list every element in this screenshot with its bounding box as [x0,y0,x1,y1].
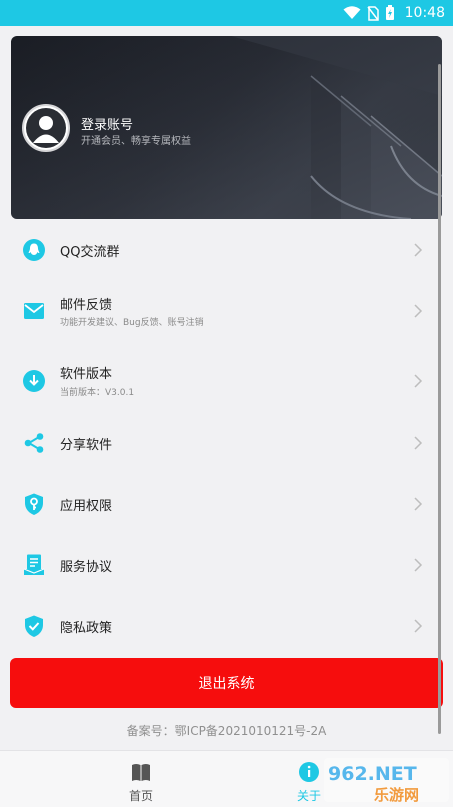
mail-icon [24,303,44,319]
watermark-logo: 962.NET 乐游网 [324,758,449,804]
wifi-icon [343,6,361,19]
chevron-right-icon [414,304,423,318]
menu-item-share[interactable]: 分享软件 [0,412,453,472]
icp-record: 备案号：鄂ICP备2021010121号-2A [126,724,327,738]
share-icon [24,433,44,453]
status-icons: 10:48 [343,4,445,22]
menu-label: 隐私政策 [60,621,113,636]
nav-item-home[interactable]: 首页 [0,751,226,807]
menu-label: QQ交流群 [60,245,120,260]
menu-item-privacy-policy[interactable]: 隐私政策 [0,595,453,655]
status-time: 10:48 [404,5,445,21]
profile-card[interactable]: 登录账号 开通会员、畅享专属权益 [11,36,442,219]
user-avatar-icon [26,108,66,148]
chevron-right-icon [414,497,423,511]
avatar[interactable] [22,104,70,152]
chevron-right-icon [414,374,423,388]
document-icon [23,554,45,575]
watermark-line1: 962.NET [328,763,417,785]
download-icon [23,370,45,392]
menu-label: 服务协议 [60,560,113,575]
menu-item-mail-feedback[interactable]: 邮件反馈 功能开发建议、Bug反馈、账号注销 [0,279,453,339]
nav-label-about: 关于 [297,789,322,803]
logout-button[interactable]: 退出系统 [10,658,443,708]
login-title[interactable]: 登录账号 [81,114,133,133]
chevron-right-icon [414,243,423,257]
shield-check-icon [25,615,43,637]
key-shield-icon [25,493,43,515]
menu-item-service-agreement[interactable]: 服务协议 [0,534,453,594]
scrollbar[interactable] [438,64,441,734]
menu-label: 软件版本 [60,367,113,382]
menu-label: 邮件反馈 [60,298,113,313]
menu-item-software-version[interactable]: 软件版本 当前版本：V3.0.1 [0,351,453,411]
chevron-right-icon [414,619,423,633]
qq-icon [23,239,45,261]
no-sim-icon [367,5,379,21]
menu-sublabel: 当前版本：V3.0.1 [60,388,135,398]
info-icon [299,762,319,782]
menu-sublabel: 功能开发建议、Bug反馈、账号注销 [60,318,204,328]
battery-charging-icon [385,5,394,20]
nav-label-home: 首页 [129,789,154,803]
menu-label: 分享软件 [60,438,113,453]
profile-card-background [11,36,442,219]
main-content: 登录账号 开通会员、畅享专属权益 QQ交流群 邮件反馈 功能开发建议、Bug反馈… [0,26,453,750]
login-subtitle: 开通会员、畅享专属权益 [81,136,191,147]
watermark-line2: 乐游网 [374,786,419,804]
menu-item-app-permissions[interactable]: 应用权限 [0,473,453,533]
menu-label: 应用权限 [60,499,113,514]
menu-item-qq-group[interactable]: QQ交流群 [0,219,453,279]
status-bar: 10:48 [0,0,453,26]
chevron-right-icon [414,436,423,450]
chevron-right-icon [414,558,423,572]
book-icon [132,764,150,781]
